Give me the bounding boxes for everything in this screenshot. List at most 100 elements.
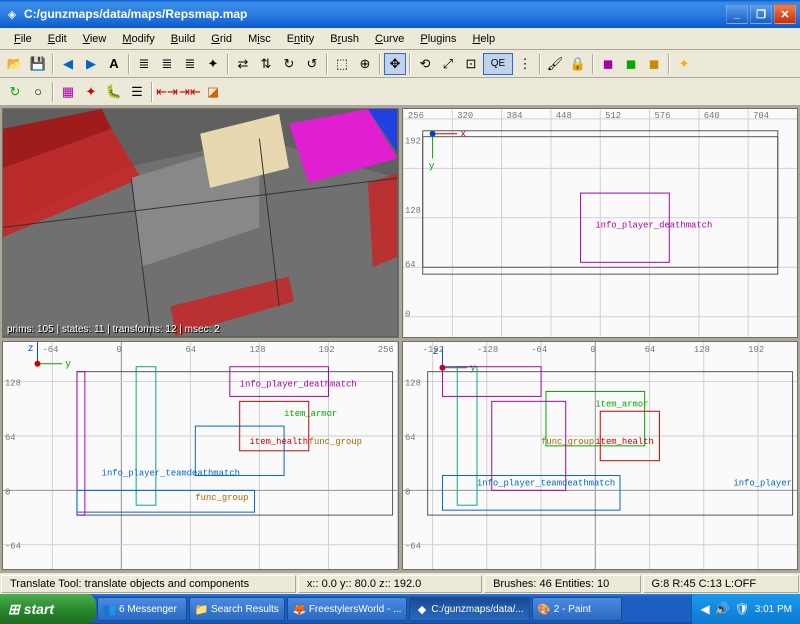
move1-button[interactable]: ⊕ xyxy=(354,53,376,75)
tick-label: 0 xyxy=(116,344,121,354)
taskbar: ⊞ start 👥6 Messenger 📁Search Results 🦊Fr… xyxy=(0,594,800,624)
dropdown3-button[interactable]: ≣ xyxy=(179,53,201,75)
tick-label: 128 xyxy=(693,344,709,354)
mirror-h-button[interactable]: ⇤⇥ xyxy=(156,81,178,103)
texture-button[interactable]: 🔒 xyxy=(567,53,589,75)
fliph-button[interactable]: ⇄ xyxy=(232,53,254,75)
entity-label: item_armor xyxy=(284,409,337,419)
task-editor[interactable]: ◆C:/gunzmaps/data/... xyxy=(409,597,529,621)
qe-button[interactable]: QE xyxy=(483,53,513,75)
status-coords: x:: 0.0 y:: 80.0 z:: 192.0 xyxy=(298,575,482,593)
font-icon: A xyxy=(109,56,118,71)
font-button[interactable]: A xyxy=(103,53,125,75)
refresh-button[interactable]: ✦ xyxy=(673,53,695,75)
menu-view[interactable]: View xyxy=(75,31,115,47)
toolbar-separator xyxy=(539,54,541,74)
menu-brush[interactable]: Brush xyxy=(322,31,367,47)
axis-label-z: z xyxy=(28,342,34,353)
status-tool: Translate Tool: translate objects and co… xyxy=(1,575,296,593)
save-button[interactable]: 💾 xyxy=(27,53,49,75)
minimize-button[interactable]: _ xyxy=(726,4,748,24)
task-firefox[interactable]: 🦊FreestylersWorld - ... xyxy=(287,597,408,621)
entity-label: func_group xyxy=(541,436,594,446)
entity-label: info_player_teamdeathmatch xyxy=(476,478,614,488)
menu-file[interactable]: File xyxy=(6,31,40,47)
viewport-xz[interactable]: y z -192 -128 -64 0 64 128 192 128 64 0 … xyxy=(402,341,799,571)
list-icon: ≣ xyxy=(162,56,173,72)
rotate-button[interactable]: ⟲ xyxy=(414,53,436,75)
menubar: File Edit View Modify Build Grid Misc En… xyxy=(0,28,800,50)
toolbar-separator xyxy=(52,54,54,74)
axis-button[interactable]: ✦ xyxy=(202,53,224,75)
grid-icon: ▦ xyxy=(62,84,74,100)
rotate-icon: ⟲ xyxy=(420,56,431,72)
csg-icon: ◪ xyxy=(207,84,219,100)
start-label: start xyxy=(24,601,54,617)
task-messenger[interactable]: 👥6 Messenger xyxy=(97,597,187,621)
dropdown2-button[interactable]: ≣ xyxy=(156,53,178,75)
tick-label: 512 xyxy=(605,111,621,121)
mirror-v-button[interactable]: ⇥⇤ xyxy=(179,81,201,103)
csg-button[interactable]: ◪ xyxy=(202,81,224,103)
sync-button[interactable]: ↻ xyxy=(4,81,26,103)
sync2-button[interactable]: ○ xyxy=(27,81,49,103)
task-search[interactable]: 📁Search Results xyxy=(189,597,285,621)
tray-icon[interactable]: 🔊 xyxy=(715,602,730,616)
disk-icon: 💾 xyxy=(30,56,46,72)
menu-curve[interactable]: Curve xyxy=(367,31,412,47)
entity-label: item_armor xyxy=(595,399,648,409)
tray-icon[interactable]: 🛡 xyxy=(735,602,750,616)
menu-modify[interactable]: Modify xyxy=(114,31,162,47)
dropdown1-button[interactable]: ≣ xyxy=(133,53,155,75)
menu-plugins[interactable]: Plugins xyxy=(412,31,464,47)
bug-button[interactable]: 🐛 xyxy=(103,81,125,103)
start-button[interactable]: ⊞ start xyxy=(0,594,96,624)
viewport-3d[interactable]: prims: 105 | states: 11 | transforms: 12… xyxy=(2,108,399,338)
grid1-button[interactable]: ▦ xyxy=(57,81,79,103)
toolbar-main: 📂 💾 ◀ ▶ A ≣ ≣ ≣ ✦ ⇄ ⇅ ↻ ↺ ⬚ ⊕ ✥ ⟲ ⤢ ⊡ QE… xyxy=(0,50,800,78)
select-icon: ⬚ xyxy=(336,56,348,72)
viewport-xy[interactable]: x y 256 320 384 448 512 576 640 704 192 … xyxy=(402,108,799,338)
open-button[interactable]: 📂 xyxy=(4,53,26,75)
translate-button[interactable]: ✥ xyxy=(384,53,406,75)
scale-button[interactable]: ⤢ xyxy=(437,53,459,75)
toolbar-separator xyxy=(52,82,54,102)
viewport-yz[interactable]: y z -64 0 64 128 192 256 128 64 0 -64 in… xyxy=(2,341,399,571)
menu-help[interactable]: Help xyxy=(464,31,503,47)
toolbar-separator xyxy=(227,54,229,74)
entity-button[interactable]: ✦ xyxy=(80,81,102,103)
entity-label: item_health xyxy=(595,436,654,446)
rotccw-button[interactable]: ↺ xyxy=(301,53,323,75)
select-button[interactable]: ⬚ xyxy=(331,53,353,75)
viewport-3d-status: prims: 105 | states: 11 | transforms: 12… xyxy=(7,324,220,335)
mirror-icon: ⇥⇤ xyxy=(179,84,201,100)
close-button[interactable]: ✕ xyxy=(774,4,796,24)
resize-button[interactable]: ⊡ xyxy=(460,53,482,75)
tick-label: 576 xyxy=(654,111,670,121)
tick-label: 384 xyxy=(506,111,522,121)
group-button[interactable]: ☰ xyxy=(126,81,148,103)
menu-entity[interactable]: Entity xyxy=(279,31,323,47)
flipv-button[interactable]: ⇅ xyxy=(255,53,277,75)
task-paint[interactable]: 🎨2 - Paint xyxy=(532,597,622,621)
menu-misc[interactable]: Misc xyxy=(240,31,279,47)
forward-button[interactable]: ▶ xyxy=(80,53,102,75)
system-tray[interactable]: ◀ 🔊 🛡 3:01 PM xyxy=(691,594,800,624)
maximize-button[interactable]: ❐ xyxy=(750,4,772,24)
sync-icon: ○ xyxy=(34,84,42,99)
brush-button[interactable]: 🖌 xyxy=(544,53,566,75)
rotcw-button[interactable]: ↻ xyxy=(278,53,300,75)
back-button[interactable]: ◀ xyxy=(57,53,79,75)
menu-grid[interactable]: Grid xyxy=(203,31,240,47)
tray-icon[interactable]: ◀ xyxy=(700,602,709,616)
rotate-cw-icon: ↻ xyxy=(284,56,295,72)
view3-button[interactable]: ◼ xyxy=(643,53,665,75)
view2-button[interactable]: ◼ xyxy=(620,53,642,75)
view1-button[interactable]: ◼ xyxy=(597,53,619,75)
tick-label: 256 xyxy=(407,111,423,121)
vertex-button[interactable]: ⋮ xyxy=(514,53,536,75)
arrow-left-icon: ◀ xyxy=(63,56,73,72)
menu-edit[interactable]: Edit xyxy=(40,31,75,47)
menu-build[interactable]: Build xyxy=(163,31,203,47)
scale-icon: ⤢ xyxy=(443,56,453,72)
